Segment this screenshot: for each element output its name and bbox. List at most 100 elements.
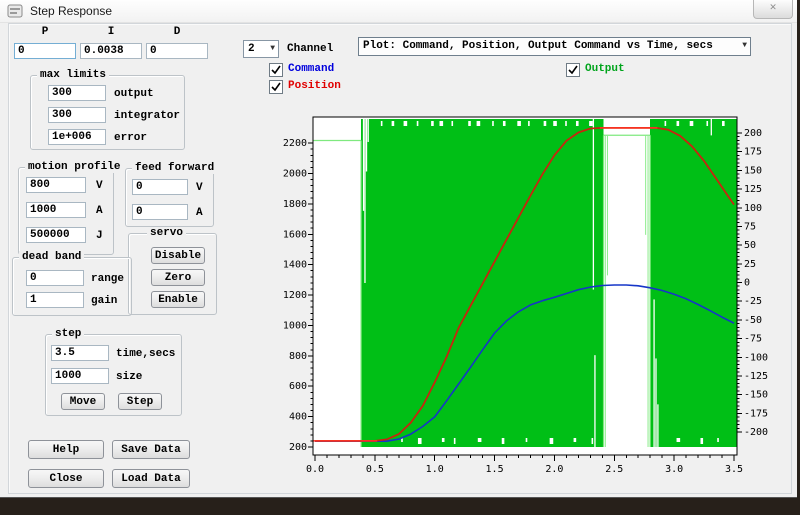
help-button[interactable]: Help — [28, 440, 104, 459]
svg-text:2200: 2200 — [283, 138, 307, 149]
jerk-input[interactable] — [26, 227, 86, 243]
i-label: I — [107, 26, 115, 38]
p-label: P — [41, 26, 49, 38]
ff-acceleration-input[interactable] — [132, 204, 188, 220]
svg-text:400: 400 — [289, 412, 307, 423]
plot-select[interactable]: Plot: Command, Position, Output Command … — [358, 37, 751, 56]
svg-text:1000: 1000 — [283, 320, 307, 331]
step-size-label: size — [116, 371, 143, 383]
svg-text:-100: -100 — [744, 352, 768, 363]
dropdown-arrow-icon: ▼ — [742, 41, 747, 50]
command-checkbox[interactable] — [269, 63, 283, 77]
svg-text:100: 100 — [744, 203, 762, 214]
output-checkbox-label: Output — [585, 63, 625, 75]
acceleration-label: A — [96, 205, 103, 217]
checkmark-icon — [271, 65, 281, 75]
max-output-input[interactable] — [48, 85, 106, 101]
close-icon: ✕ — [769, 2, 777, 14]
svg-text:1.0: 1.0 — [426, 464, 444, 475]
titlebar: Step Response ✕ — [0, 0, 797, 23]
svg-text:75: 75 — [744, 221, 756, 232]
servo-disable-button[interactable]: Disable — [151, 247, 205, 264]
dead-band-group: dead band range gain — [12, 251, 132, 316]
svg-text:1.5: 1.5 — [486, 464, 504, 475]
svg-text:600: 600 — [289, 381, 307, 392]
d-label: D — [173, 26, 181, 38]
load-data-button[interactable]: Load Data — [112, 469, 190, 488]
command-checkbox-label: Command — [288, 63, 335, 75]
d-input[interactable] — [146, 43, 208, 59]
servo-zero-button[interactable]: Zero — [151, 269, 205, 286]
svg-text:2.0: 2.0 — [545, 464, 563, 475]
svg-text:125: 125 — [744, 184, 762, 195]
dead-band-range-input[interactable] — [26, 270, 84, 286]
dead-band-title: dead band — [19, 251, 85, 263]
svg-text:1200: 1200 — [283, 290, 307, 301]
feed-forward-title: feed forward — [132, 162, 218, 174]
svg-text:1800: 1800 — [283, 199, 307, 210]
position-checkbox-label: Position — [288, 80, 341, 92]
dropdown-arrow-icon: ▼ — [270, 44, 275, 53]
svg-text:200: 200 — [289, 442, 307, 453]
app-icon — [7, 4, 23, 18]
svg-text:-75: -75 — [744, 334, 762, 345]
step-time-label: time,secs — [116, 348, 176, 360]
dead-band-gain-input[interactable] — [26, 292, 84, 308]
i-input[interactable] — [80, 43, 142, 59]
svg-text:-150: -150 — [744, 390, 768, 401]
dead-band-range-label: range — [91, 273, 125, 285]
svg-text:0: 0 — [744, 278, 750, 289]
output-checkbox[interactable] — [566, 63, 580, 77]
svg-text:-50: -50 — [744, 315, 762, 326]
window-title: Step Response — [30, 4, 113, 18]
svg-text:3.5: 3.5 — [725, 464, 743, 475]
feed-forward-group: feed forward V A — [125, 162, 218, 227]
checkmark-icon — [271, 82, 281, 92]
svg-text:150: 150 — [744, 165, 762, 176]
velocity-input[interactable] — [26, 177, 86, 193]
svg-text:3.0: 3.0 — [665, 464, 683, 475]
step-response-chart: 0.0 0.5 1.0 1.5 2.0 2.5 3.0 3.52004006008001000… — [283, 116, 768, 475]
step-group: step time,secs size Move Step — [45, 328, 182, 416]
step-time-input[interactable] — [51, 345, 109, 361]
motion-profile-title: motion profile — [25, 161, 124, 173]
servo-title: servo — [147, 227, 187, 239]
servo-group: servo Disable Zero Enable — [128, 227, 217, 315]
channel-label: Channel — [287, 43, 334, 55]
save-data-button[interactable]: Save Data — [112, 440, 190, 459]
svg-text:1400: 1400 — [283, 260, 307, 271]
channel-select[interactable]: 2 ▼ — [243, 40, 279, 58]
svg-text:50: 50 — [744, 240, 756, 251]
ff-acceleration-label: A — [196, 207, 203, 219]
svg-text:25: 25 — [744, 259, 756, 270]
max-limits-group: max limits output integrator error — [30, 69, 185, 150]
svg-text:2000: 2000 — [283, 168, 307, 179]
ff-velocity-label: V — [196, 182, 203, 194]
svg-text:800: 800 — [289, 351, 307, 362]
position-checkbox[interactable] — [269, 80, 283, 94]
dead-band-gain-label: gain — [91, 295, 118, 307]
channel-value: 2 — [248, 43, 255, 55]
move-button[interactable]: Move — [61, 393, 105, 410]
max-integrator-input[interactable] — [48, 107, 106, 123]
max-limits-title: max limits — [37, 69, 110, 81]
step-response-window: Step Response ✕ P I D 2 ▼ Channel Plot: … — [0, 0, 797, 498]
close-button[interactable]: Close — [28, 469, 104, 488]
step-size-input[interactable] — [51, 368, 109, 384]
svg-text:0.5: 0.5 — [366, 464, 384, 475]
velocity-label: V — [96, 180, 103, 192]
svg-text:-200: -200 — [744, 427, 768, 438]
svg-text:2.5: 2.5 — [605, 464, 623, 475]
plot-select-value: Plot: Command, Position, Output Command … — [363, 40, 713, 52]
svg-text:-25: -25 — [744, 296, 762, 307]
ff-velocity-input[interactable] — [132, 179, 188, 195]
close-window-button[interactable]: ✕ — [753, 0, 793, 19]
max-error-input[interactable] — [48, 129, 106, 145]
p-input[interactable] — [14, 43, 76, 59]
svg-text:175: 175 — [744, 147, 762, 158]
acceleration-input[interactable] — [26, 202, 86, 218]
servo-enable-button[interactable]: Enable — [151, 291, 205, 308]
step-button[interactable]: Step — [118, 393, 162, 410]
max-integrator-label: integrator — [114, 110, 181, 122]
svg-text:200: 200 — [744, 128, 762, 139]
